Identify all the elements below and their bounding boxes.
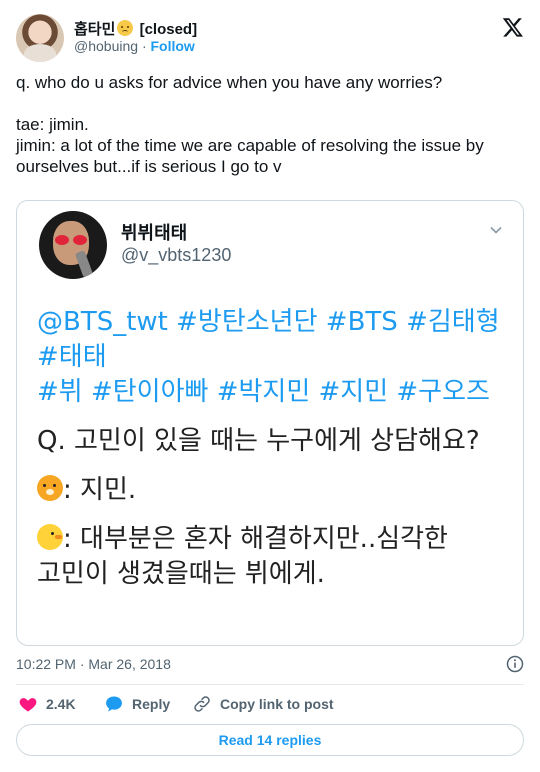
reply-bubble-icon — [106, 696, 122, 712]
quoted-author-avatar[interactable] — [39, 211, 107, 279]
tweet-header: 홉타민 [closed] @hobuing · Follow — [16, 14, 524, 62]
heart-icon — [19, 698, 37, 712]
reply-button[interactable]: Reply — [104, 694, 170, 714]
quoted-tweet-body: @BTS_twt #방탄소년단 #BTS #김태형 #태태 #뷔 #탄이아빠 #… — [37, 305, 507, 592]
separator-dot: · — [141, 38, 147, 54]
quoted-author-name[interactable]: 뷔뷔태태 — [121, 219, 187, 245]
quote-question: Q. 고민이 있을 때는 누구에게 상담해요? — [37, 426, 480, 456]
action-bar: 2.4K Reply Copy link to post — [16, 694, 524, 716]
author-name[interactable]: 홉타민 — [74, 21, 115, 38]
quoted-author-handle[interactable]: @v_vbts1230 — [121, 245, 231, 266]
quote-answer-tae: : 지민. — [37, 473, 507, 508]
tiger-face-icon — [37, 475, 63, 501]
chick-icon — [37, 524, 63, 550]
author-avatar[interactable] — [16, 14, 64, 62]
hashtags-line-2[interactable]: #태태 — [37, 340, 507, 375]
info-icon[interactable] — [506, 655, 524, 673]
like-button[interactable]: 2.4K — [18, 694, 76, 714]
reply-label: Reply — [132, 696, 171, 712]
chevron-down-icon[interactable] — [489, 223, 503, 237]
follow-button[interactable]: Follow — [151, 38, 195, 54]
hashtags-line-1[interactable]: @BTS_twt #방탄소년단 #BTS #김태형 — [37, 305, 507, 340]
tweet-line-question: q. who do u asks for advice when you hav… — [16, 73, 443, 92]
pleading-face-icon — [117, 20, 134, 36]
author-name-row[interactable]: 홉타민 [closed] — [74, 18, 197, 39]
quoted-tweet-card[interactable]: 뷔뷔태태 @v_vbts1230 @BTS_twt #방탄소년단 #BTS #김… — [16, 200, 524, 646]
author-handle-row: @hobuing · Follow — [74, 38, 195, 54]
tweet-line-tae: tae: jimin. — [16, 115, 89, 134]
x-logo-icon[interactable] — [502, 16, 524, 38]
answer-tae-text: : 지민. — [63, 475, 137, 505]
tweet-timestamp[interactable]: 10:22 PM · Mar 26, 2018 — [16, 656, 171, 672]
answer-jimin-text-1: : 대부분은 혼자 해결하지만..심각한 — [63, 524, 448, 554]
tweet-text: q. who do u asks for advice when you hav… — [16, 72, 524, 177]
divider — [16, 684, 524, 685]
quote-answer-jimin: : 대부분은 혼자 해결하지만..심각한 — [37, 522, 507, 557]
copy-link-button[interactable]: Copy link to post — [192, 694, 334, 714]
like-count: 2.4K — [46, 696, 76, 712]
answer-jimin-text-2: 고민이 생겼을때는 뷔에게. — [37, 559, 325, 589]
author-handle[interactable]: @hobuing — [74, 38, 138, 54]
author-status: [closed] — [139, 21, 198, 38]
read-replies-button[interactable]: Read 14 replies — [16, 724, 524, 756]
copy-link-label: Copy link to post — [220, 696, 334, 712]
tweet-line-jimin: jimin: a lot of the time we are capable … — [16, 136, 484, 176]
link-icon — [194, 696, 210, 712]
hashtags-line-3[interactable]: #뷔 #탄이아빠 #박지민 #지민 #구오즈 — [37, 375, 507, 410]
